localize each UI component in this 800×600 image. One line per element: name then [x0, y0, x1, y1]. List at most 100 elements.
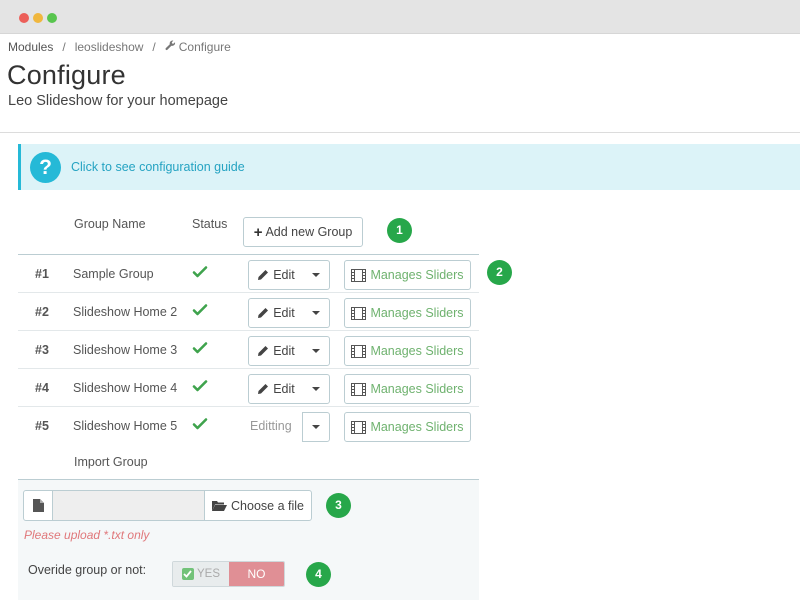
edit-button[interactable]: Edit [249, 261, 303, 289]
column-header-status: Status [192, 217, 228, 231]
pencil-icon [257, 345, 269, 357]
edit-dropdown-toggle[interactable] [303, 375, 329, 403]
breadcrumb-configure: Configure [178, 40, 231, 54]
group-name: Sample Group [73, 267, 154, 281]
row-number: #3 [35, 343, 49, 357]
groups-table: #1 Sample Group Edit Manages Sliders #2 Slide… [18, 254, 479, 444]
folder-open-icon [212, 500, 228, 512]
file-path-input[interactable] [53, 491, 205, 520]
caret-down-icon [312, 311, 320, 315]
edit-dropdown-toggle[interactable] [302, 412, 330, 442]
manages-sliders-label: Manages Sliders [370, 306, 464, 320]
manages-sliders-button[interactable]: Manages Sliders [344, 412, 471, 442]
override-toggle[interactable]: YES NO [172, 561, 285, 587]
edit-label: Edit [273, 382, 295, 396]
step-badge-3: 3 [326, 493, 351, 518]
toggle-yes-option[interactable]: YES [173, 562, 229, 586]
table-row: #1 Sample Group Edit Manages Sliders [18, 254, 479, 292]
film-icon [351, 382, 367, 396]
page-title: Configure [7, 60, 126, 90]
plus-icon: + [253, 223, 263, 241]
table-row: #5 Slideshow Home 5 Editting Manages Slider… [18, 406, 479, 444]
caret-down-icon [312, 387, 320, 391]
breadcrumb: Modules / leoslideshow / Configure [8, 40, 231, 54]
table-row: #3 Slideshow Home 3 Edit Manages Sliders [18, 330, 479, 368]
table-row: #2 Slideshow Home 2 Edit Manages Sliders [18, 292, 479, 330]
step-badge-1: 1 [387, 218, 412, 243]
edit-split-button: Edit [248, 374, 330, 404]
row-number: #5 [35, 419, 49, 433]
row-number: #2 [35, 305, 49, 319]
editing-label: Editting [250, 419, 292, 433]
edit-dropdown-toggle[interactable] [303, 261, 329, 289]
maximize-dot[interactable] [47, 13, 57, 23]
close-dot[interactable] [19, 13, 29, 23]
check-icon[interactable] [192, 302, 208, 318]
group-name: Slideshow Home 2 [73, 305, 178, 319]
checkbox-icon [181, 568, 194, 580]
group-name: Slideshow Home 5 [73, 419, 178, 433]
configuration-guide-link[interactable]: Click to see configuration guide [71, 160, 245, 174]
caret-down-icon [312, 425, 320, 429]
manages-sliders-button[interactable]: Manages Sliders [344, 260, 471, 290]
file-icon [24, 491, 53, 520]
film-icon [351, 268, 367, 282]
edit-label: Edit [273, 344, 295, 358]
toggle-yes-label: YES [196, 568, 220, 580]
configuration-guide-alert[interactable]: ? Click to see configuration guide [18, 144, 800, 190]
choose-file-button[interactable]: Choose a file [205, 491, 311, 520]
caret-down-icon [312, 349, 320, 353]
pencil-icon [257, 269, 269, 281]
edit-label: Edit [273, 268, 295, 282]
manages-sliders-button[interactable]: Manages Sliders [344, 374, 471, 404]
breadcrumb-separator: / [62, 40, 66, 54]
film-icon [351, 306, 367, 320]
manages-sliders-label: Manages Sliders [370, 420, 464, 434]
manages-sliders-label: Manages Sliders [370, 344, 464, 358]
breadcrumb-modules[interactable]: Modules [8, 40, 53, 54]
question-circle-icon: ? [30, 152, 61, 183]
window-titlebar [0, 0, 800, 34]
manages-sliders-label: Manages Sliders [370, 268, 464, 282]
manages-sliders-button[interactable]: Manages Sliders [344, 298, 471, 328]
import-group-label: Import Group [74, 455, 148, 469]
edit-split-button: Edit [248, 260, 330, 290]
edit-dropdown-toggle[interactable] [303, 299, 329, 327]
upload-help-text: Please upload *.txt only [24, 528, 150, 542]
edit-button[interactable]: Edit [249, 337, 303, 365]
override-group-label: Overide group or not: [28, 563, 147, 577]
check-icon[interactable] [192, 378, 208, 394]
check-icon[interactable] [192, 264, 208, 280]
choose-file-label: Choose a file [231, 498, 304, 513]
breadcrumb-separator: / [152, 40, 156, 54]
toggle-no-option[interactable]: NO [229, 562, 284, 586]
add-new-group-label: Add new Group [265, 225, 353, 239]
film-icon [351, 420, 367, 434]
header-divider [0, 132, 800, 133]
edit-split-button: Edit [248, 336, 330, 366]
film-icon [351, 344, 367, 358]
step-badge-4: 4 [306, 562, 331, 587]
group-name: Slideshow Home 4 [73, 381, 178, 395]
edit-button[interactable]: Edit [249, 299, 303, 327]
pencil-icon [257, 383, 269, 395]
check-icon[interactable] [192, 416, 208, 432]
page-subtitle: Leo Slideshow for your homepage [8, 93, 229, 109]
minimize-dot[interactable] [33, 13, 43, 23]
add-new-group-button[interactable]: + Add new Group [243, 217, 363, 247]
edit-label: Edit [273, 306, 295, 320]
manages-sliders-button[interactable]: Manages Sliders [344, 336, 471, 366]
group-name: Slideshow Home 3 [73, 343, 178, 357]
column-header-group-name: Group Name [74, 217, 146, 231]
table-row: #4 Slideshow Home 4 Edit Manages Sliders [18, 368, 479, 406]
edit-split-button: Edit [248, 298, 330, 328]
edit-dropdown-toggle[interactable] [303, 337, 329, 365]
check-icon[interactable] [192, 340, 208, 356]
row-number: #4 [35, 381, 49, 395]
caret-down-icon [312, 273, 320, 277]
file-upload-group: Choose a file [23, 490, 312, 521]
breadcrumb-leoslideshow[interactable]: leoslideshow [75, 40, 144, 54]
pencil-icon [257, 307, 269, 319]
edit-button[interactable]: Edit [249, 375, 303, 403]
step-badge-2: 2 [487, 260, 512, 285]
